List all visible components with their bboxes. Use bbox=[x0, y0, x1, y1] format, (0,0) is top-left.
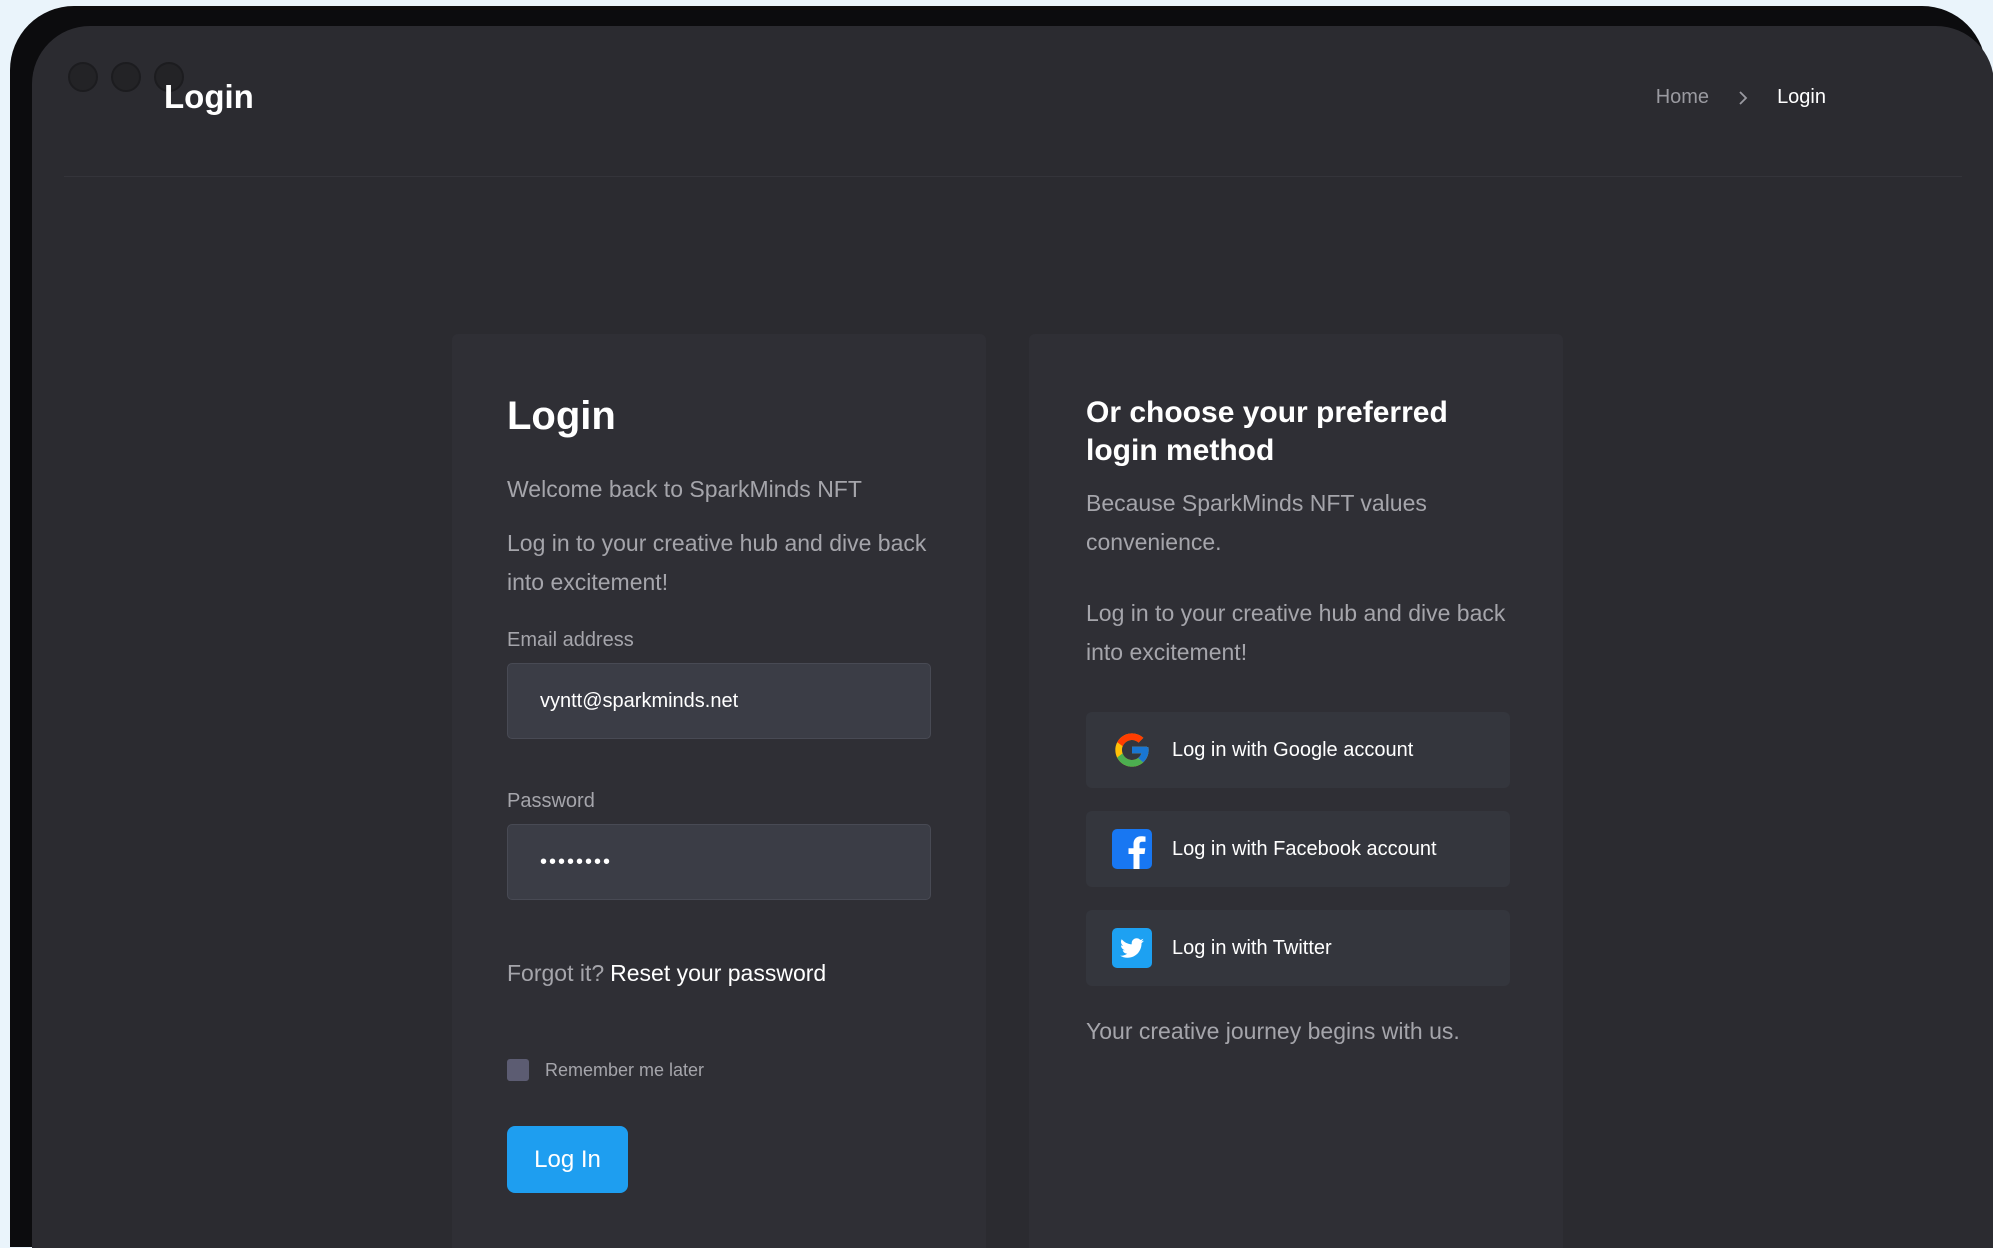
password-field[interactable]: •••••••• bbox=[507, 824, 931, 900]
breadcrumb: Home Login bbox=[1656, 86, 1826, 109]
reset-password-link[interactable]: Reset your password bbox=[610, 960, 826, 986]
window-close-button[interactable] bbox=[68, 62, 98, 92]
login-card: Login Welcome back to SparkMinds NFT Log… bbox=[452, 334, 986, 1248]
password-label: Password bbox=[507, 790, 595, 812]
page-title: Login bbox=[164, 78, 254, 115]
forgot-text: Forgot it? bbox=[507, 960, 605, 986]
remember-me-checkbox[interactable] bbox=[507, 1059, 529, 1081]
device-frame: Login Home Login Login Welcome back to S… bbox=[10, 6, 1993, 1248]
social-intro-text: Log in to your creative hub and dive bac… bbox=[1086, 600, 1506, 665]
header-divider bbox=[64, 176, 1962, 177]
social-subtext: Because SparkMinds NFT values convenienc… bbox=[1086, 490, 1427, 555]
email-label: Email address bbox=[507, 629, 634, 651]
google-login-label: Log in with Google account bbox=[1172, 738, 1414, 761]
login-heading: Login bbox=[507, 394, 616, 438]
breadcrumb-current: Login bbox=[1777, 86, 1826, 108]
twitter-login-button[interactable]: Log in with Twitter bbox=[1086, 910, 1510, 986]
chevron-right-icon bbox=[1737, 90, 1749, 106]
google-icon bbox=[1115, 733, 1149, 767]
remember-me-label: Remember me later bbox=[545, 1059, 705, 1080]
remember-me-row[interactable]: Remember me later bbox=[507, 1059, 704, 1081]
facebook-login-button[interactable]: Log in with Facebook account bbox=[1086, 811, 1510, 887]
social-heading: Or choose your preferred login method bbox=[1086, 396, 1448, 467]
google-login-button[interactable]: Log in with Google account bbox=[1086, 712, 1510, 788]
facebook-login-label: Log in with Facebook account bbox=[1172, 837, 1437, 860]
twitter-login-label: Log in with Twitter bbox=[1172, 936, 1332, 959]
forgot-password-row: Forgot it? Reset your password bbox=[507, 960, 826, 987]
login-button[interactable]: Log In bbox=[507, 1126, 628, 1193]
window-minimize-button[interactable] bbox=[111, 62, 141, 92]
twitter-icon bbox=[1112, 928, 1152, 968]
email-field[interactable]: vyntt@sparkminds.net bbox=[507, 663, 931, 739]
app-window: Login Home Login Login Welcome back to S… bbox=[32, 26, 1993, 1248]
tagline-text: Your creative journey begins with us. bbox=[1086, 1018, 1460, 1044]
intro-text: Log in to your creative hub and dive bac… bbox=[507, 530, 927, 595]
breadcrumb-home-link[interactable]: Home bbox=[1656, 86, 1709, 109]
facebook-icon bbox=[1112, 829, 1152, 869]
welcome-text: Welcome back to SparkMinds NFT bbox=[507, 476, 862, 502]
social-login-card: Or choose your preferred login method Be… bbox=[1029, 334, 1563, 1248]
